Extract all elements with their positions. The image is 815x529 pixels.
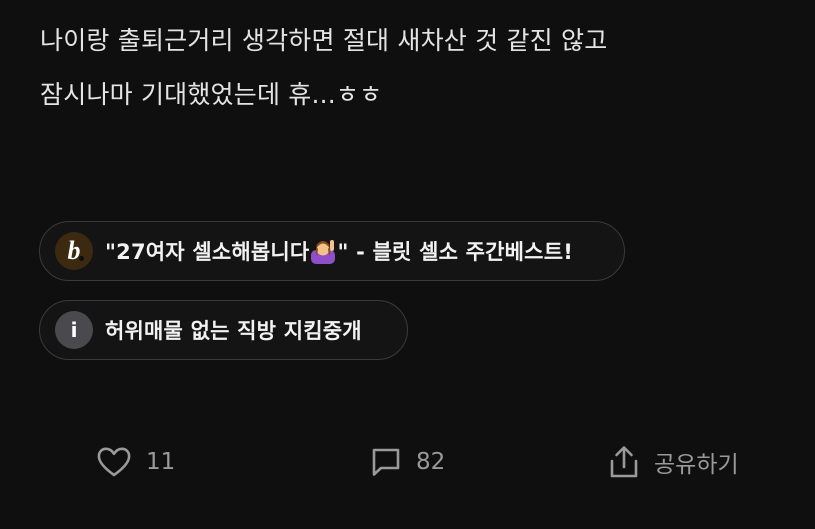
post-body: 나이랑 출퇴근거리 생각하면 절대 새차산 것 같진 않고 잠시나마 기대했었는… (40, 14, 780, 122)
heart-icon (97, 447, 131, 477)
like-count: 11 (146, 449, 176, 475)
share-icon (610, 446, 638, 478)
raising-hand-emoji-icon (311, 240, 336, 264)
like-button[interactable]: 11 (96, 440, 175, 484)
promo-link-text: " - 블릿 셀소 주간베스트! (337, 240, 573, 264)
promo-link-label: 허위매물 없는 직방 지킴중개 (105, 319, 362, 343)
share-label: 공유하기 (654, 452, 739, 478)
share-button[interactable]: 공유하기 (608, 440, 739, 484)
post-text-line: 나이랑 출퇴근거리 생각하면 절대 새차산 것 같진 않고 (40, 26, 608, 55)
post-text-line: 잠시나마 기대했었는데 휴...ㅎㅎ (40, 80, 383, 109)
comment-button[interactable]: 82 (370, 440, 445, 484)
comment-icon (372, 448, 400, 476)
b-logo-icon: b (55, 232, 93, 270)
promo-link-zigbang[interactable]: i 허위매물 없는 직방 지킴중개 (39, 300, 408, 360)
post-action-bar: 11 82 공유하기 (0, 440, 815, 484)
comment-count: 82 (416, 449, 446, 475)
promo-link-label: "27여자 셀소해봅니다 " - 블릿 셀소 주간베스트! (105, 236, 573, 266)
info-icon: i (55, 311, 93, 349)
promo-link-text: "27여자 셀소해봅니다 (105, 240, 310, 264)
promo-link-bullet[interactable]: b "27여자 셀소해봅니다 " - 블릿 셀소 주간베스트! (39, 221, 625, 281)
